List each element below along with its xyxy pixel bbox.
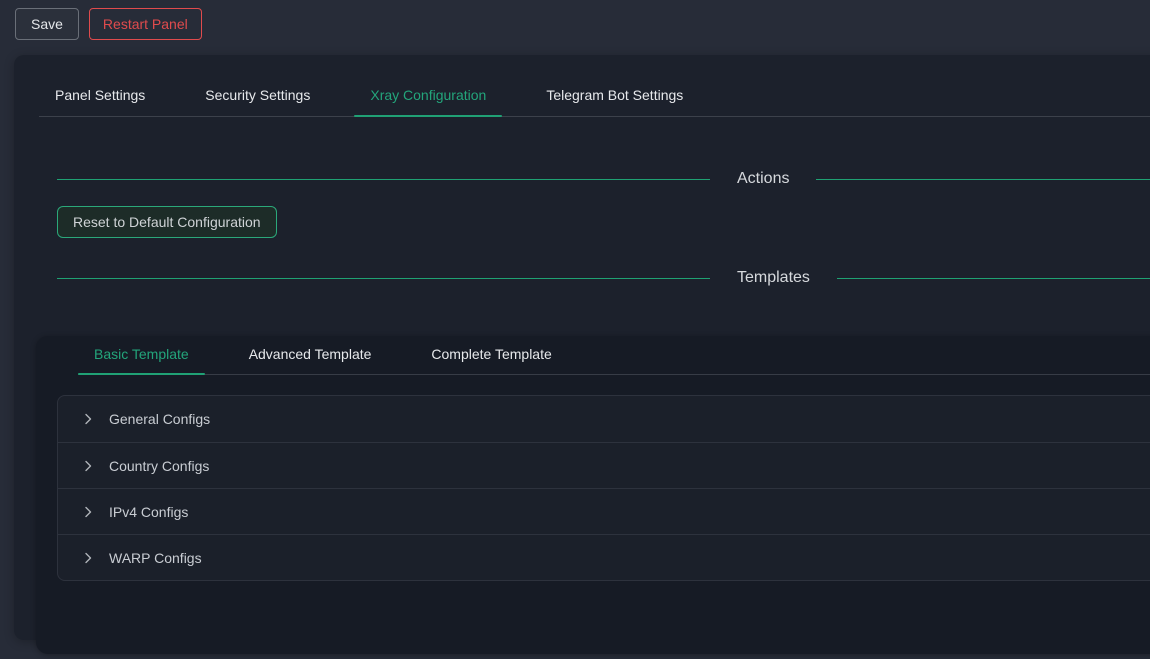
tab-advanced-template[interactable]: Advanced Template [233,336,388,374]
collapse-label: WARP Configs [109,550,202,566]
settings-tab-bar: Panel Settings Security Settings Xray Co… [39,79,1150,117]
actions-section-divider: Actions [57,170,1150,188]
chevron-right-icon [82,413,94,425]
actions-section-title: Actions [737,170,789,188]
chevron-right-icon [82,552,94,564]
tab-telegram-bot-settings[interactable]: Telegram Bot Settings [530,79,699,116]
collapse-ipv4-configs[interactable]: IPv4 Configs [58,488,1150,534]
divider-line [57,278,710,279]
collapse-general-configs[interactable]: General Configs [58,396,1150,442]
restart-panel-button[interactable]: Restart Panel [89,8,202,40]
settings-card: Panel Settings Security Settings Xray Co… [14,55,1150,640]
chevron-right-icon [82,460,94,472]
tab-basic-template[interactable]: Basic Template [78,336,205,374]
divider-line [837,278,1150,279]
chevron-right-icon [82,506,94,518]
tab-complete-template[interactable]: Complete Template [415,336,567,374]
collapse-country-configs[interactable]: Country Configs [58,442,1150,488]
divider-line [816,179,1150,180]
tab-xray-configuration[interactable]: Xray Configuration [354,79,502,116]
top-toolbar: Save Restart Panel [0,0,1150,48]
templates-section-title: Templates [737,269,810,287]
config-collapse-list: General Configs Country Configs IPv4 Con… [57,395,1150,581]
reset-default-configuration-button[interactable]: Reset to Default Configuration [57,206,277,238]
template-tab-bar: Basic Template Advanced Template Complet… [78,336,1150,375]
collapse-label: IPv4 Configs [109,504,188,520]
save-button[interactable]: Save [15,8,79,40]
collapse-label: General Configs [109,411,210,427]
collapse-warp-configs[interactable]: WARP Configs [58,534,1150,580]
divider-line [57,179,710,180]
collapse-label: Country Configs [109,458,209,474]
tab-security-settings[interactable]: Security Settings [189,79,326,116]
templates-section-divider: Templates [57,269,1150,287]
tab-panel-settings[interactable]: Panel Settings [39,79,161,116]
templates-card: Basic Template Advanced Template Complet… [36,336,1150,654]
